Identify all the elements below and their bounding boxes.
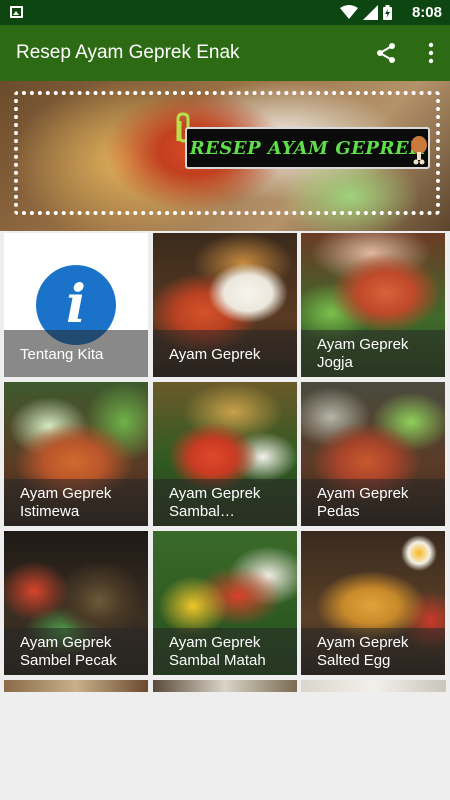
banner-logo-text: RESEP AYAM GEPREK	[189, 137, 426, 159]
tile-label: Ayam Geprek Sambal…	[153, 479, 297, 526]
app-bar: Resep Ayam Geprek Enak	[0, 25, 450, 81]
tile-tentang-kita[interactable]: i Tentang Kita	[4, 233, 148, 377]
tile-ayam-geprek-pedas[interactable]: Ayam Geprek Pedas	[301, 382, 445, 526]
wifi-icon	[340, 5, 358, 19]
tile-ayam-geprek-istimewa[interactable]: Ayam Geprek Istimewa	[4, 382, 148, 526]
tile-ayam-geprek-sambel-pecak[interactable]: Ayam Geprek Sambel Pecak	[4, 531, 148, 675]
tile-ayam-geprek-sambal-matah[interactable]: Ayam Geprek Sambal Matah	[153, 531, 297, 675]
share-icon[interactable]	[374, 41, 398, 65]
clock: 8:08	[411, 4, 442, 21]
image-icon	[10, 6, 23, 18]
drumstick-icon	[411, 136, 427, 165]
tile-label: Ayam Geprek Jogja	[301, 330, 445, 377]
more-vert-icon[interactable]	[426, 41, 436, 65]
tile-ayam-geprek-salted-egg[interactable]: Ayam Geprek Salted Egg	[301, 531, 445, 675]
tile-partial[interactable]	[4, 680, 148, 692]
tile-partial[interactable]	[301, 680, 446, 692]
tile-label: Ayam Geprek Sambal Matah	[153, 628, 297, 675]
tile-label: Ayam Geprek Salted Egg	[301, 628, 445, 675]
tile-ayam-geprek-sambal[interactable]: Ayam Geprek Sambal…	[153, 382, 297, 526]
tile-label: Ayam Geprek Istimewa	[4, 479, 148, 526]
banner-logo: RESEP AYAM GEPREK	[185, 127, 430, 169]
app-title: Resep Ayam Geprek Enak	[16, 42, 240, 63]
tile-ayam-geprek-jogja[interactable]: Ayam Geprek Jogja	[301, 233, 445, 377]
tile-label: Ayam Geprek Pedas	[301, 479, 445, 526]
battery-charging-icon	[383, 5, 392, 20]
status-icons	[340, 5, 392, 20]
header-banner: RESEP AYAM GEPREK	[0, 81, 450, 231]
tile-ayam-geprek[interactable]: Ayam Geprek	[153, 233, 297, 377]
signal-icon	[363, 5, 378, 20]
tile-partial[interactable]	[153, 680, 297, 692]
tile-label: Ayam Geprek Sambel Pecak	[4, 628, 148, 675]
tile-label: Ayam Geprek	[153, 330, 297, 377]
status-bar: 8:08	[0, 0, 450, 25]
tile-label: Tentang Kita	[4, 330, 148, 377]
